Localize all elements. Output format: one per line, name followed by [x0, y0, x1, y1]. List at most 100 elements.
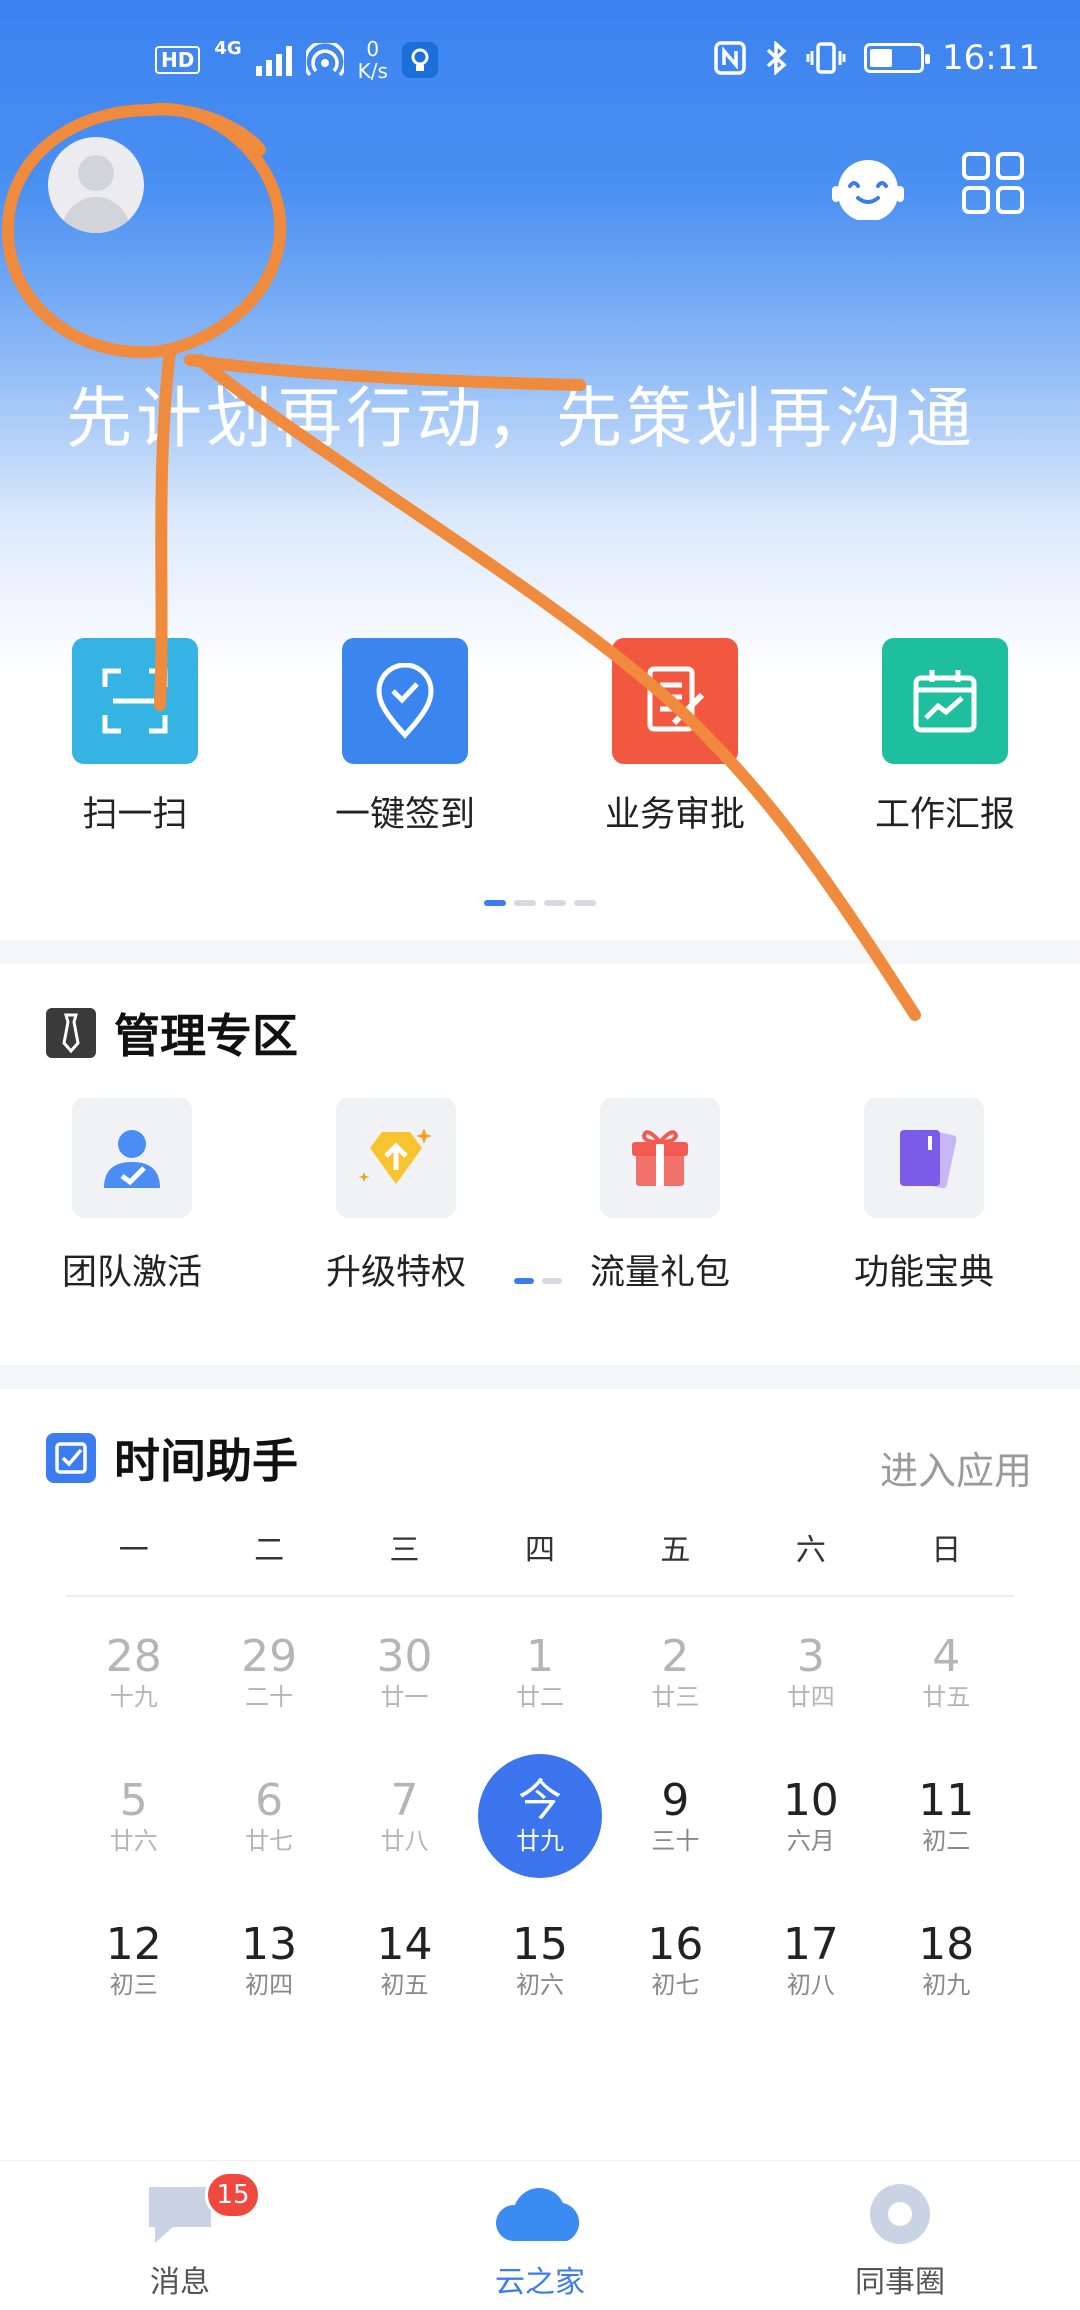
calendar-lunar-date: 初六: [515, 1971, 564, 1999]
tab-label: 云之家: [495, 2265, 585, 2300]
calendar-day[interactable]: 7 廿八: [337, 1744, 472, 1888]
calendar-day[interactable]: 4 廿五: [879, 1600, 1014, 1744]
calendar-day[interactable]: 5 廿六: [66, 1744, 201, 1888]
calendar-day-number: 1: [525, 1631, 554, 1682]
document-edit-icon: [647, 666, 705, 732]
calendar-day-number: 2: [661, 1631, 690, 1682]
calendar-day-number: 7: [390, 1775, 419, 1826]
calendar-day[interactable]: 12 初三: [66, 1888, 201, 2032]
management-title-text: 管理专区: [114, 1009, 298, 1063]
quick-action-label: 工作汇报: [874, 795, 1015, 835]
quick-action-scan[interactable]: 扫一扫: [0, 638, 270, 837]
calendar-day[interactable]: 18 初九: [879, 1888, 1014, 2032]
tab-messages[interactable]: 15 消息: [0, 2161, 360, 2310]
calendar-lunar-date: 廿八: [380, 1827, 429, 1855]
calendar-lunar-date: 十九: [109, 1683, 158, 1711]
calendar-day-number: 10: [782, 1775, 839, 1826]
calendar-lunar-date: 初九: [922, 1971, 971, 1999]
calendar-day-number: 17: [782, 1919, 839, 1970]
report-tile[interactable]: [882, 638, 1008, 764]
calendar-day[interactable]: 16 初七: [608, 1888, 743, 2032]
calendar-day-number: 6: [255, 1775, 284, 1826]
calendar-day[interactable]: 17 初八: [743, 1888, 878, 2032]
app-grid-icon[interactable]: [960, 150, 1026, 216]
network-type: 4G: [214, 38, 242, 59]
enter-app-link[interactable]: 进入应用: [880, 1440, 1032, 1495]
mgmt-item-traffic-gift[interactable]: 流量礼包: [528, 1098, 792, 1295]
mgmt-item-feature-book[interactable]: 功能宝典: [792, 1098, 1056, 1295]
hotspot-icon: [305, 43, 344, 77]
mgmt-tile[interactable]: [336, 1098, 456, 1218]
calendar-day[interactable]: 28 十九: [66, 1600, 201, 1744]
calendar-day-number: 11: [918, 1775, 975, 1826]
approval-tile[interactable]: [612, 638, 738, 764]
calendar-lunar-date: 初八: [786, 1971, 835, 1999]
calendar-week-row: 12 初三 13 初四 14 初五 15 初六 16 初七 17 初八 18 初九: [66, 1888, 1014, 2032]
mgmt-item-upgrade[interactable]: 升级特权: [264, 1098, 528, 1295]
calendar-day[interactable]: 14 初五: [337, 1888, 472, 2032]
tab-label: 同事圈: [855, 2265, 945, 2300]
quick-action-label: 一键签到: [334, 795, 475, 835]
calendar-day[interactable]: 13 初四: [201, 1888, 336, 2032]
calendar-day-number: 5: [119, 1775, 148, 1826]
calendar-check-icon: [46, 1433, 96, 1483]
unread-badge: 15: [205, 2171, 261, 2219]
calendar-lunar-date: 六月: [786, 1827, 835, 1855]
tab-home[interactable]: 云之家: [360, 2161, 720, 2310]
section-divider: [0, 940, 1080, 964]
management-items: 团队激活 升级特权 流量礼包 功能宝典: [0, 1098, 1080, 1295]
calendar-lunar-date: 廿二: [515, 1683, 564, 1711]
section-divider: [0, 1365, 1080, 1389]
calendar-day[interactable]: 3 廿四: [743, 1600, 878, 1744]
calendar-day[interactable]: 30 廿一: [337, 1600, 472, 1744]
status-left: HD 4G 0 K/s: [155, 38, 438, 82]
calendar-lunar-date: 二十: [245, 1683, 294, 1711]
calendar-grid: 28 十九 29 二十 30 廿一 1 廿二 2 廿三 3 廿四 4 廿五 5 廿六 6 廿七 7 廿八今廿九 9 三十 1…: [66, 1600, 1014, 2032]
user-avatar[interactable]: [48, 137, 144, 233]
upgrade-diamond-icon: [358, 1128, 432, 1184]
weekday-sun: 日: [931, 1533, 962, 1568]
mgmt-tile[interactable]: [72, 1098, 192, 1218]
calendar-day[interactable]: 29 二十: [201, 1600, 336, 1744]
weekday-sat: 六: [795, 1533, 826, 1568]
assistant-bot-icon[interactable]: [830, 150, 906, 220]
calendar-day[interactable]: 1 廿二: [472, 1600, 607, 1744]
calendar-day[interactable]: 15 初六: [472, 1888, 607, 2032]
tab-label: 消息: [150, 2265, 210, 2300]
calendar-day[interactable]: 9 三十: [608, 1744, 743, 1888]
signal-icon: [255, 44, 292, 76]
calendar-day[interactable]: 11 初二: [879, 1744, 1014, 1888]
management-pager: [514, 1278, 562, 1284]
calendar-day[interactable]: 2 廿三: [608, 1600, 743, 1744]
mgmt-tile[interactable]: [600, 1098, 720, 1218]
speed-unit: K/s: [357, 59, 388, 83]
weekday-header: 一 二 三 四 五 六 日: [66, 1525, 1014, 1597]
speed-value: 0: [366, 37, 380, 61]
weekday-thu: 四: [524, 1533, 555, 1568]
status-right: 16:11: [714, 38, 1040, 78]
calendar-day-today[interactable]: 今廿九: [472, 1744, 607, 1888]
scan-tile[interactable]: [72, 638, 198, 764]
tab-colleagues[interactable]: 同事圈: [720, 2161, 1080, 2310]
checkin-tile[interactable]: [342, 638, 468, 764]
mgmt-tile[interactable]: [864, 1098, 984, 1218]
bottom-tab-bar: 15 消息 云之家 同事圈: [0, 2160, 1080, 2310]
calendar-lunar-date: 廿六: [109, 1827, 158, 1855]
mgmt-item-team-activate[interactable]: 团队激活: [0, 1098, 264, 1295]
nfc-icon: [714, 41, 746, 75]
calendar-day-number: 14: [376, 1919, 433, 1970]
bluetooth-icon: [766, 41, 787, 75]
calendar-day-number: 今: [517, 1775, 562, 1826]
report-chart-icon: [913, 670, 977, 733]
calendar-lunar-date: 初四: [245, 1971, 294, 1999]
calendar-day-number: 12: [105, 1919, 162, 1970]
calendar-lunar-date: 三十: [651, 1827, 700, 1855]
calendar-day-number: 29: [241, 1631, 298, 1682]
quick-action-checkin[interactable]: 一键签到: [270, 638, 540, 837]
calendar-day[interactable]: 10 六月: [743, 1744, 878, 1888]
quick-action-report[interactable]: 工作汇报: [810, 638, 1080, 837]
quick-action-approval[interactable]: 业务审批: [540, 638, 810, 837]
calendar-day[interactable]: 6 廿七: [201, 1744, 336, 1888]
calendar-day-number: 15: [511, 1919, 568, 1970]
user-check-icon: [104, 1130, 160, 1188]
